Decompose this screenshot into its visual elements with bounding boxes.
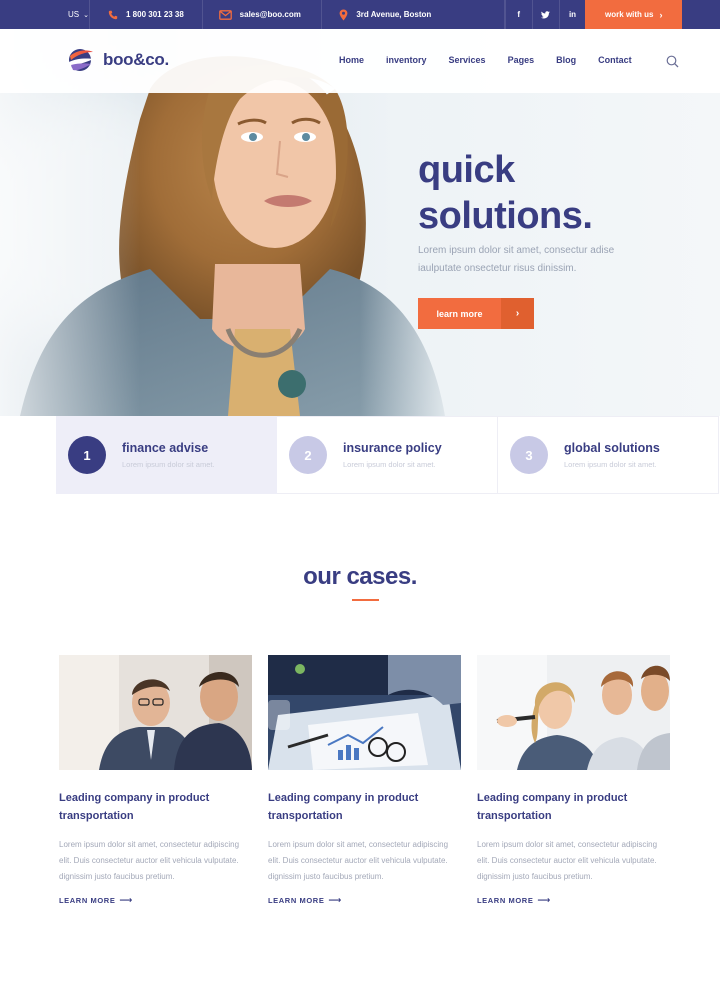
phone-icon xyxy=(108,10,118,20)
case-image-documents[interactable] xyxy=(268,655,461,770)
nav-inventory[interactable]: inventory xyxy=(386,55,427,65)
learn-more-link-label: LEARN MORE xyxy=(59,896,116,905)
feature-title: finance advise xyxy=(122,441,209,455)
work-with-us-label: work with us xyxy=(605,10,654,19)
case-image-team[interactable] xyxy=(477,655,670,770)
work-with-us-button[interactable]: work with us › xyxy=(585,0,683,29)
learn-more-link-label: LEARN MORE xyxy=(477,896,534,905)
nav-pages[interactable]: Pages xyxy=(508,55,535,65)
main-header: boo&co. Home inventory Services Pages Bl… xyxy=(0,29,720,93)
case-card: Leading company in product transportatio… xyxy=(59,655,252,906)
chevron-down-icon: ⌄ xyxy=(83,11,89,19)
feature-insurance[interactable]: 2 insurance policy Lorem ipsum dolor sit… xyxy=(277,416,498,494)
feature-desc: Lorem ipsum dolor sit amet. xyxy=(564,460,657,469)
feature-title: global solutions xyxy=(564,441,660,455)
phone-number: 1 800 301 23 38 xyxy=(126,10,184,19)
hero-title-line2: solutions. xyxy=(418,195,593,237)
learn-more-link-label: LEARN MORE xyxy=(268,896,325,905)
logo[interactable]: boo&co. xyxy=(67,46,169,74)
arrow-right-icon: ⟶ xyxy=(328,895,342,905)
case-text: Lorem ipsum dolor sit amet, consectetur … xyxy=(477,840,658,881)
nav-services[interactable]: Services xyxy=(449,55,486,65)
feature-number: 2 xyxy=(289,436,327,474)
email-contact[interactable]: sales@boo.com xyxy=(203,0,323,29)
twitter-icon[interactable] xyxy=(531,0,559,29)
case-title: Leading company in product transportatio… xyxy=(268,792,419,822)
feature-number: 3 xyxy=(510,436,548,474)
arrow-right-icon: ⟶ xyxy=(119,895,133,905)
address-text: 3rd Avenue, Boston xyxy=(356,10,432,19)
logo-icon xyxy=(69,49,94,71)
arrow-right-icon: ⟶ xyxy=(537,895,551,905)
case-text: Lorem ipsum dolor sit amet, consectetur … xyxy=(268,840,449,881)
hero-title: quick solutions. xyxy=(418,147,593,239)
feature-title: insurance policy xyxy=(343,441,442,455)
logo-text: boo&co. xyxy=(103,50,169,69)
language-selector[interactable]: US ⌄ xyxy=(0,0,90,29)
language-label: US xyxy=(68,10,80,19)
cases-divider xyxy=(352,599,379,601)
case-card: Leading company in product transportatio… xyxy=(477,655,670,906)
nav-home[interactable]: Home xyxy=(339,55,364,65)
facebook-icon[interactable]: f xyxy=(504,0,532,29)
hero-subtitle: Lorem ipsum dolor sit amet, consectur ad… xyxy=(418,245,615,274)
learn-more-button[interactable]: learn more › xyxy=(418,298,534,329)
case-title: Leading company in product transportatio… xyxy=(59,792,210,822)
learn-more-link[interactable]: LEARN MORE ⟶ xyxy=(59,895,252,906)
feature-global[interactable]: 3 global solutions Lorem ipsum dolor sit… xyxy=(498,416,719,494)
case-text: Lorem ipsum dolor sit amet, consectetur … xyxy=(59,840,240,881)
learn-more-label: learn more xyxy=(436,308,483,319)
chevron-right-icon: › xyxy=(501,298,534,329)
address-contact: 3rd Avenue, Boston xyxy=(322,0,505,29)
email-address: sales@boo.com xyxy=(239,10,301,19)
feature-desc: Lorem ipsum dolor sit amet. xyxy=(343,460,436,469)
feature-number: 1 xyxy=(68,436,106,474)
feature-finance[interactable]: 1 finance advise Lorem ipsum dolor sit a… xyxy=(56,416,277,494)
feature-desc: Lorem ipsum dolor sit amet. xyxy=(122,460,215,469)
case-card: Leading company in product transportatio… xyxy=(268,655,461,906)
top-bar: US ⌄ 1 800 301 23 38 sales@boo.com 3rd A… xyxy=(0,0,720,29)
topbar-end xyxy=(682,0,720,29)
phone-contact[interactable]: 1 800 301 23 38 xyxy=(90,0,203,29)
nav-contact[interactable]: Contact xyxy=(598,55,632,65)
hero-title-line1: quick xyxy=(418,149,515,191)
nav-blog[interactable]: Blog xyxy=(556,55,576,65)
chevron-right-icon: › xyxy=(659,9,663,20)
features-strip: 1 finance advise Lorem ipsum dolor sit a… xyxy=(56,416,720,494)
envelope-icon xyxy=(218,9,232,20)
linkedin-icon[interactable]: in xyxy=(558,0,586,29)
case-title: Leading company in product transportatio… xyxy=(477,792,628,822)
map-pin-icon xyxy=(339,9,348,21)
learn-more-link[interactable]: LEARN MORE ⟶ xyxy=(477,895,670,906)
main-nav: Home inventory Services Pages Blog Conta… xyxy=(339,55,654,65)
learn-more-link[interactable]: LEARN MORE ⟶ xyxy=(268,895,461,906)
cases-title: our cases. xyxy=(303,563,417,590)
search-icon[interactable] xyxy=(666,55,679,68)
case-image-businessmen[interactable] xyxy=(59,655,252,770)
